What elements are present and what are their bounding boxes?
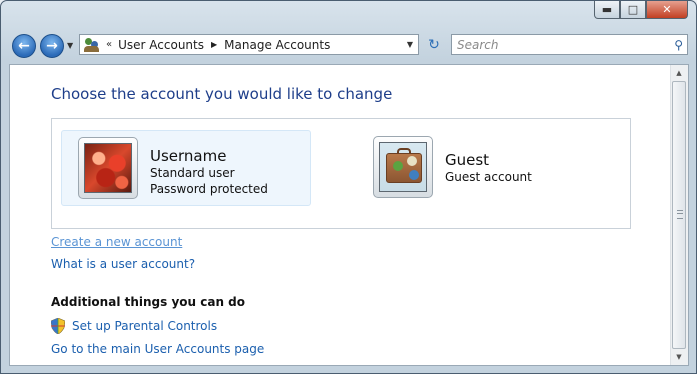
search-icon[interactable]: ⚲ <box>674 38 683 52</box>
parental-controls-link[interactable]: Set up Parental Controls <box>72 319 217 333</box>
vertical-scrollbar[interactable]: ▲ ▼ <box>670 65 688 365</box>
explorer-window: ▬ □ ✕ ← → ▼ « User Accounts ▶ Manage Acc… <box>0 0 697 374</box>
address-history-dropdown[interactable]: ▼ <box>407 40 413 49</box>
account-password-status: Password protected <box>150 182 268 196</box>
content-pane: Choose the account you would like to cha… <box>9 64 689 366</box>
breadcrumb-user-accounts[interactable]: User Accounts <box>118 38 204 52</box>
parental-controls-task[interactable]: Set up Parental Controls <box>51 318 217 334</box>
what-is-account-link[interactable]: What is a user account? <box>51 257 195 271</box>
maximize-button[interactable]: □ <box>620 1 646 19</box>
close-button[interactable]: ✕ <box>646 1 688 19</box>
account-picture <box>373 136 433 198</box>
minimize-button[interactable]: ▬ <box>594 1 620 19</box>
caption-buttons: ▬ □ ✕ <box>594 1 688 19</box>
suitcase-picture <box>379 142 427 192</box>
breadcrumb-separator-icon[interactable]: ▶ <box>211 40 217 49</box>
recent-pages-dropdown[interactable]: ▼ <box>67 41 73 50</box>
address-overflow-chevron[interactable]: « <box>106 39 112 50</box>
create-account-link[interactable]: Create a new account <box>51 235 182 249</box>
main-user-accounts-link[interactable]: Go to the main User Accounts page <box>51 342 264 356</box>
account-type: Guest account <box>445 170 532 184</box>
user-accounts-icon <box>84 37 100 53</box>
account-picture <box>78 137 138 199</box>
account-name: Guest <box>445 151 490 169</box>
scroll-thumb[interactable] <box>672 81 686 349</box>
back-button[interactable]: ← <box>12 34 36 58</box>
account-tile-guest[interactable]: Guest Guest account <box>357 130 607 206</box>
scroll-down-icon[interactable]: ▼ <box>671 349 687 365</box>
breadcrumb-manage-accounts[interactable]: Manage Accounts <box>224 38 330 52</box>
account-tile-username[interactable]: Username Standard user Password protecte… <box>61 130 311 206</box>
shield-icon <box>51 318 65 334</box>
page-title: Choose the account you would like to cha… <box>51 85 393 103</box>
scroll-up-icon[interactable]: ▲ <box>671 65 687 81</box>
account-name: Username <box>150 147 227 165</box>
accounts-list: Username Standard user Password protecte… <box>51 118 631 229</box>
address-bar[interactable]: « User Accounts ▶ Manage Accounts ▼ <box>79 34 419 55</box>
red-leaves-picture <box>84 143 132 193</box>
additional-tasks-heading: Additional things you can do <box>51 295 246 309</box>
search-placeholder: Search <box>457 37 499 52</box>
search-input[interactable]: Search ⚲ <box>451 34 688 55</box>
account-type: Standard user <box>150 166 235 180</box>
forward-button[interactable]: → <box>40 34 64 58</box>
refresh-button[interactable]: ↻ <box>422 34 446 55</box>
